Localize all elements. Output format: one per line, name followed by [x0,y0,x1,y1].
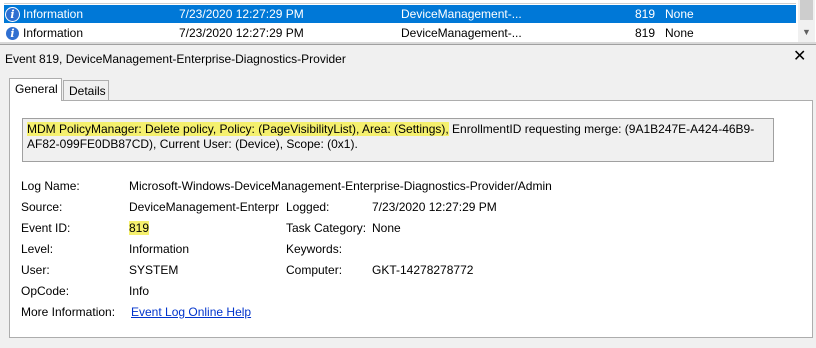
opcode-label: OpCode: [21,284,70,298]
scroll-down-arrow-icon[interactable]: ▼ [802,27,811,37]
source-label: Source: [21,200,63,214]
information-icon: i [5,7,20,22]
previous-row-edge [4,0,796,4]
event-message[interactable]: MDM PolicyManager: Delete policy, Policy… [22,118,774,162]
event-row[interactable]: i Information 7/23/2020 12:27:29 PM Devi… [4,24,796,42]
log-name-value: Microsoft-Windows-DeviceManagement-Enter… [129,179,552,193]
event-list: i Information 7/23/2020 12:27:29 PM Devi… [0,0,816,42]
event-row-selected[interactable]: i Information 7/23/2020 12:27:29 PM Devi… [4,5,796,23]
row-event-id: 819 [635,26,656,40]
message-highlight: MDM PolicyManager: Delete policy, Policy… [27,122,449,136]
row-source: DeviceManagement-... [401,7,522,21]
tab-general[interactable]: General [9,78,62,101]
row-level: Information [23,7,84,21]
pane-splitter[interactable] [0,42,816,45]
close-icon[interactable]: ✕ [793,48,806,66]
scrollbar-thumb[interactable] [800,0,813,20]
event-title: Event 819, DeviceManagement-Enterprise-D… [5,52,346,66]
vertical-scrollbar[interactable]: ▼ [798,0,815,42]
logged-value: 7/23/2020 12:27:29 PM [372,200,497,214]
opcode-value: Info [129,284,150,298]
event-id-value: 819 [129,221,150,235]
information-icon: i [5,26,20,41]
row-source: DeviceManagement-... [401,26,522,40]
task-category-value: None [372,221,401,235]
computer-label: Computer: [286,263,343,277]
general-panel: MDM PolicyManager: Delete policy, Policy… [9,100,813,338]
tab-details[interactable]: Details [63,80,109,100]
computer-value: GKT-14278278772 [372,263,474,277]
level-label: Level: [21,242,54,256]
keywords-label: Keywords: [286,242,343,256]
event-log-online-help-link[interactable]: Event Log Online Help [131,305,251,319]
source-value: DeviceManagement-Enterpr [129,200,280,214]
more-information-label: More Information: [21,305,116,319]
row-date-time: 7/23/2020 12:27:29 PM [179,26,304,40]
row-level: Information [23,26,84,40]
row-task-category: None [665,7,694,21]
level-value: Information [129,242,190,256]
row-task-category: None [665,26,694,40]
user-value: SYSTEM [129,263,179,277]
task-category-label: Task Category: [286,221,367,235]
log-name-label: Log Name: [21,179,80,193]
row-date-time: 7/23/2020 12:27:29 PM [179,7,304,21]
user-label: User: [21,263,50,277]
row-event-id: 819 [635,7,656,21]
logged-label: Logged: [286,200,330,214]
event-id-label: Event ID: [21,221,71,235]
